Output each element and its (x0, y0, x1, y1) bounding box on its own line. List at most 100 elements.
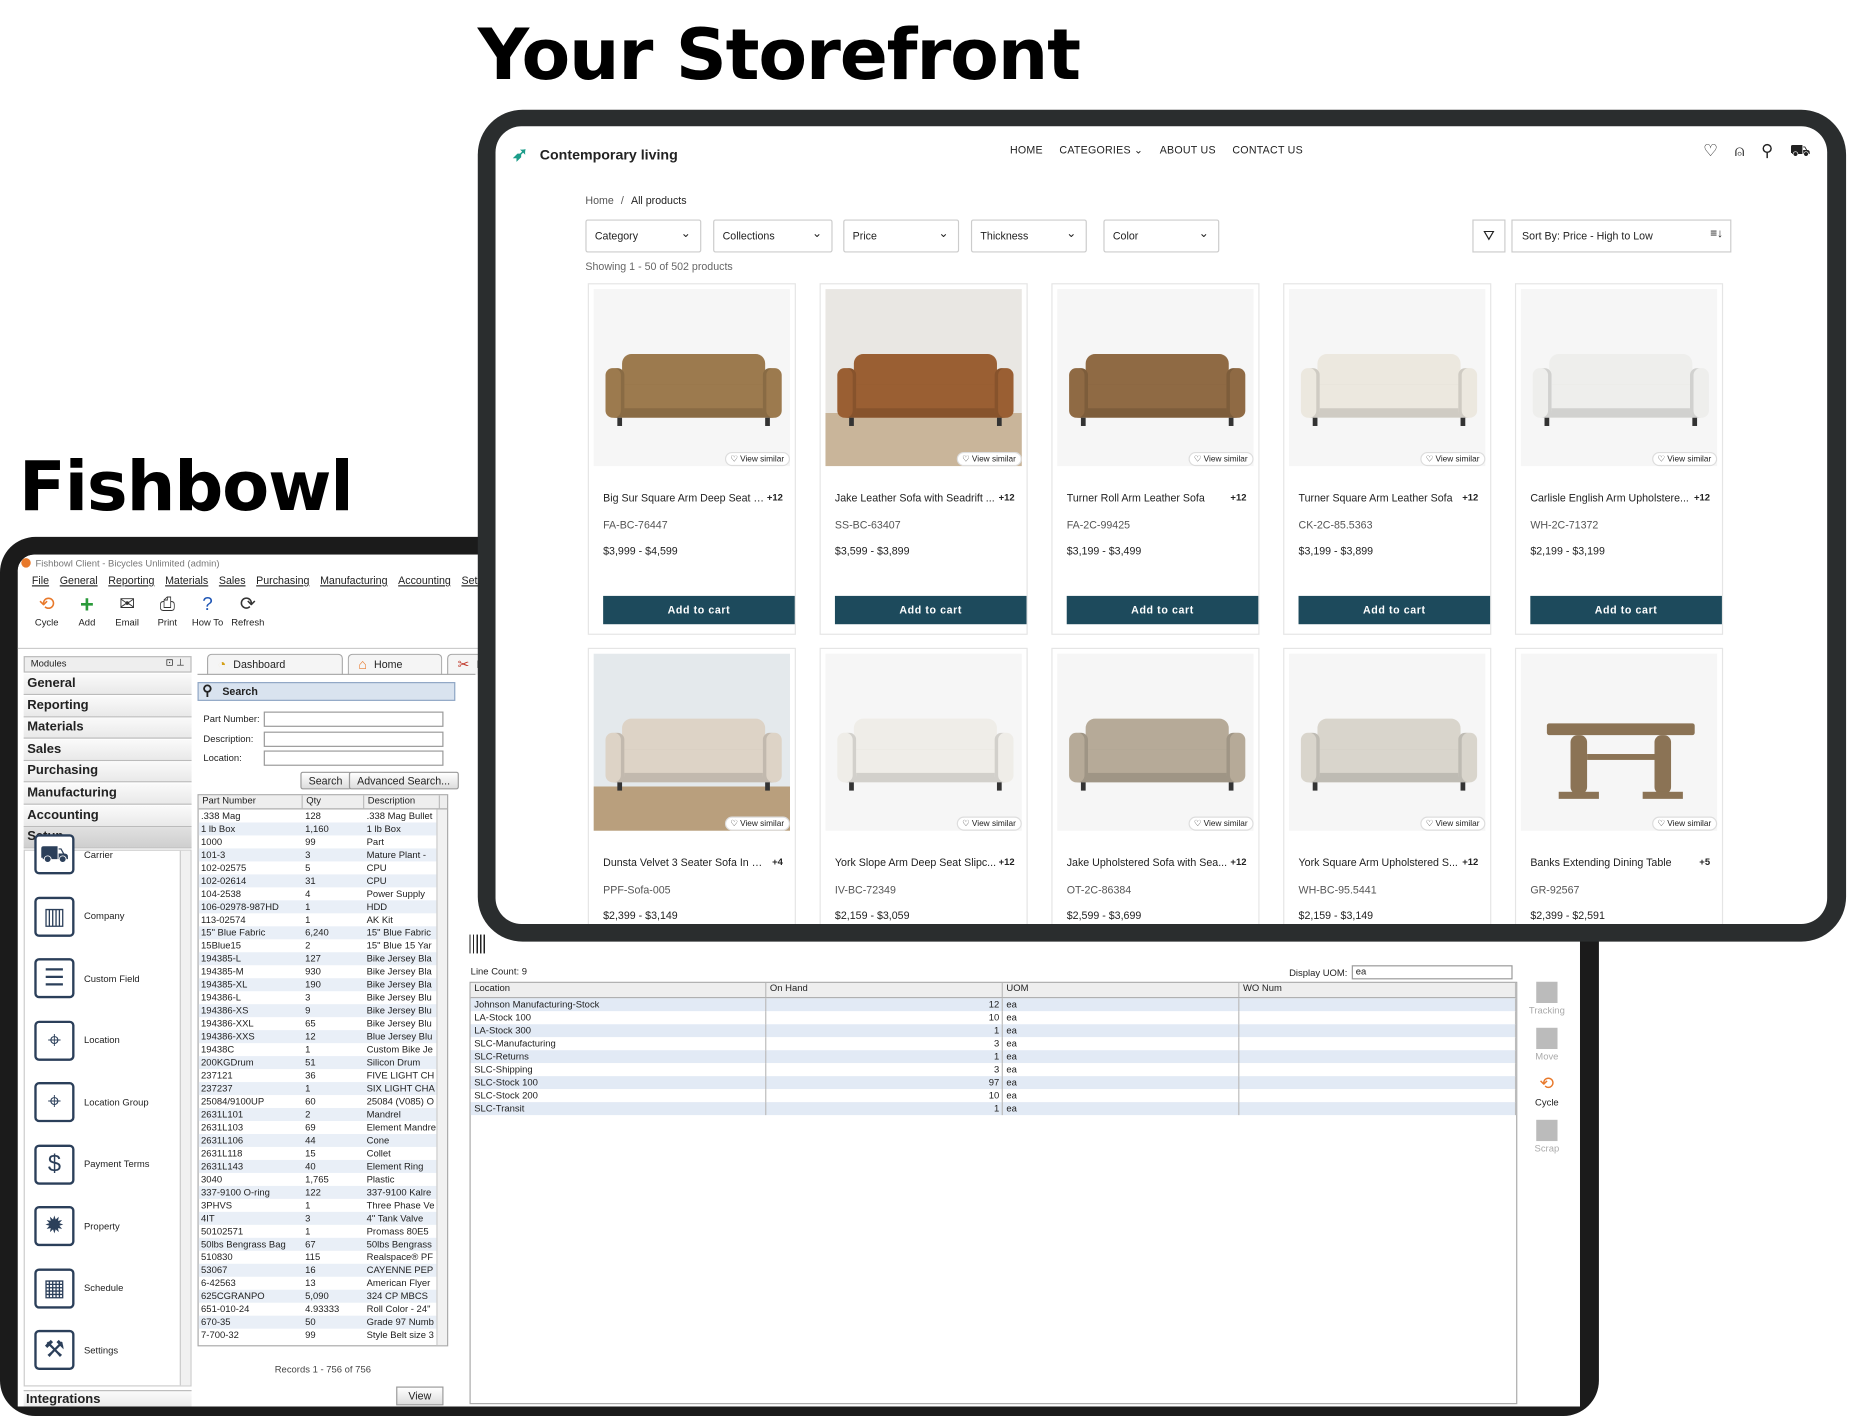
parts-row[interactable]: 2631L118 15 Collet (199, 1147, 447, 1160)
product-card[interactable]: ♡ View similar York Square Arm Upholstere… (1283, 647, 1492, 924)
location-select[interactable] (263, 750, 444, 766)
parts-column-qty[interactable]: Qty (303, 795, 365, 809)
parts-column-part-number[interactable]: Part Number (199, 795, 303, 809)
nav-home[interactable]: HOME (1010, 144, 1043, 157)
sort-select[interactable]: Sort By: Price - High to Low ≡↓ (1511, 219, 1732, 253)
module-category-sales[interactable]: Sales (23, 739, 192, 761)
pin-icon[interactable]: ⊡ ⊥ (166, 657, 185, 668)
parts-row[interactable]: 194386-XXL 65 Bike Jersey Blu (199, 1017, 447, 1030)
view-similar-button[interactable]: ♡ View similar (1651, 816, 1718, 831)
location-row[interactable]: SLC-Stock 100 97 ea (470, 1076, 1517, 1090)
add-to-cart-button[interactable]: Add to cart (834, 595, 1027, 625)
product-card[interactable]: ♡ View similar York Slope Arm Deep Seat S… (819, 647, 1028, 924)
product-name[interactable]: Jake Upholstered Sofa with Sea... (1067, 857, 1230, 869)
parts-row[interactable]: 200KGDrum 51 Silicon Drum (198, 1056, 448, 1070)
view-button[interactable]: View (396, 1386, 444, 1406)
tab-home[interactable]: ⌂ Home (347, 653, 443, 675)
menu-sales[interactable]: Sales (219, 575, 246, 590)
parts-row[interactable]: 651-010-24 4.93333 Roll Color - 24" (199, 1303, 447, 1316)
menu-manufacturing[interactable]: Manufacturing (320, 575, 387, 590)
parts-row[interactable]: 194385-M 930 Bike Jersey Bla (199, 965, 447, 978)
menu-file[interactable]: File (32, 575, 49, 590)
parts-row[interactable]: 237237 1 SIX LIGHT CHA (198, 1082, 448, 1096)
parts-row[interactable]: 7-700-32 99 Style Belt size 3 (199, 1329, 447, 1342)
add-to-cart-button[interactable]: Add to cart (603, 595, 795, 625)
cycle-action-button[interactable]: ⟲ Cycle (1527, 1074, 1567, 1108)
wishlist-icon[interactable]: ♡ (1703, 140, 1718, 162)
view-similar-button[interactable]: ♡ View similar (1188, 816, 1254, 831)
filter-thickness[interactable]: Thickness ⌄ (970, 219, 1087, 253)
search-button[interactable]: Search (300, 771, 351, 790)
parts-row[interactable]: 194386-XS 9 Bike Jersey Blu (198, 1004, 448, 1018)
parts-row[interactable]: 15" Blue Fabric 6,240 15" Blue Fabric (198, 926, 448, 940)
location-row[interactable]: SLC-Returns 1 ea (470, 1050, 1517, 1064)
product-card[interactable]: ♡ View similar Big Sur Square Arm Deep Se… (587, 283, 796, 635)
parts-row[interactable]: 194386-XXS 12 Blue Jersey Blu (198, 1030, 448, 1044)
filter-funnel-icon[interactable]: ⛛ (1472, 219, 1506, 253)
parts-row[interactable]: 15Blue15 2 15" Blue 15 Yar (199, 939, 447, 952)
location-row[interactable]: LA-Stock 100 10 ea (470, 1011, 1517, 1025)
parts-row[interactable]: 237121 36 FIVE LIGHT CH (199, 1069, 447, 1082)
parts-row[interactable]: 102-02575 5 CPU (199, 861, 447, 874)
parts-row[interactable]: 19438C 1 Custom Bike Je (199, 1043, 447, 1056)
toolbar-refresh-button[interactable]: ⟳ Refresh (231, 594, 264, 648)
product-image[interactable] (593, 289, 790, 467)
menu-general[interactable]: General (60, 575, 98, 590)
toolbar-how-to-button[interactable]: ? How To (192, 594, 224, 648)
parts-row[interactable]: 2631L106 44 Cone (198, 1133, 448, 1147)
menu-materials[interactable]: Materials (165, 575, 208, 590)
product-name[interactable]: Turner Square Arm Leather Sofa (1299, 492, 1462, 504)
parts-row[interactable]: 2631L101 2 Mandrel (198, 1108, 448, 1121)
module-category-materials[interactable]: Materials (23, 717, 192, 739)
add-to-cart-button[interactable]: Add to cart (1298, 595, 1491, 625)
description-input[interactable] (263, 731, 444, 747)
setup-item-carrier[interactable]: ⛟ Carrier (34, 834, 182, 875)
view-similar-button[interactable]: ♡ View similar (1188, 451, 1254, 467)
parts-row[interactable]: 1 lb Box 1,160 1 lb Box (198, 822, 448, 836)
add-to-cart-button[interactable]: Add to cart (1066, 595, 1259, 625)
menu-purchasing[interactable]: Purchasing (256, 575, 309, 590)
part-number-input[interactable] (263, 711, 444, 727)
product-card[interactable]: ♡ View similar Turner Square Arm Leather … (1283, 283, 1492, 635)
nav-about-us[interactable]: ABOUT US (1160, 144, 1216, 157)
product-name[interactable]: York Slope Arm Deep Seat Slipc... (835, 857, 998, 869)
breadcrumb-home[interactable]: Home (585, 195, 613, 207)
view-similar-button[interactable]: ♡ View similar (956, 816, 1022, 831)
location-column-location[interactable]: Location (471, 982, 767, 998)
product-card[interactable]: ♡ View similar Jake Upholstered Sofa with… (1051, 647, 1260, 924)
product-card[interactable]: ♡ View similar Dunsta Velvet 3 Seater Sof… (587, 647, 796, 924)
view-similar-button[interactable]: ♡ View similar (956, 451, 1022, 467)
product-name[interactable]: Carlisle English Arm Upholstere... (1530, 492, 1693, 504)
location-column-wo-num[interactable]: WO Num (1239, 982, 1517, 998)
setup-item-payment-terms[interactable]: $ Payment Terms (34, 1144, 182, 1185)
location-row[interactable]: SLC-Shipping 3 ea (470, 1063, 1517, 1077)
product-image[interactable] (1057, 289, 1254, 467)
product-card[interactable]: ♡ View similar Banks Extending Dining Tab… (1514, 647, 1724, 924)
parts-row[interactable]: 194385-L 127 Bike Jersey Bla (198, 952, 448, 966)
product-card[interactable]: ♡ View similar Carlisle English Arm Uphol… (1514, 283, 1724, 635)
menu-accounting[interactable]: Accounting (398, 575, 451, 590)
filter-collections[interactable]: Collections ⌄ (713, 219, 833, 253)
product-name[interactable]: Big Sur Square Arm Deep Seat L... (603, 492, 766, 504)
setup-item-settings[interactable]: ⚒ Settings (34, 1329, 182, 1370)
parts-row[interactable]: .338 Mag 128 .338 Mag Bullet (199, 809, 447, 822)
parts-row[interactable]: 337-9100 O-ring 122 337-9100 Kalre (198, 1185, 448, 1199)
module-category-general[interactable]: General (23, 673, 192, 696)
store-logo[interactable]: ➶ Contemporary living (512, 143, 678, 167)
parts-row[interactable]: 53067 16 CAYENNE PEP (198, 1263, 448, 1277)
product-name[interactable]: Banks Extending Dining Table (1530, 857, 1693, 869)
view-similar-button[interactable]: ♡ View similar (1419, 816, 1486, 831)
setup-item-schedule[interactable]: ▦ Schedule (34, 1267, 182, 1309)
parts-row[interactable]: 194385-XL 190 Bike Jersey Bla (198, 978, 448, 992)
parts-table-scrollbar[interactable] (436, 809, 448, 1346)
parts-row[interactable]: 2631L143 40 Element Ring (198, 1159, 448, 1173)
parts-row[interactable]: 3040 1,765 Plastic (199, 1173, 447, 1186)
advanced-search-button[interactable]: Advanced Search... (348, 771, 459, 790)
location-row[interactable]: SLC-Manufacturing 3 ea (470, 1037, 1517, 1051)
module-category-reporting[interactable]: Reporting (23, 695, 192, 717)
nav-categories[interactable]: CATEGORIES ⌄ (1059, 144, 1143, 157)
toolbar-add-button[interactable]: + Add (71, 594, 103, 648)
product-image[interactable] (825, 289, 1022, 467)
view-similar-button[interactable]: ♡ View similar (724, 816, 790, 831)
parts-row[interactable]: 113-02574 1 AK Kit (199, 913, 447, 926)
